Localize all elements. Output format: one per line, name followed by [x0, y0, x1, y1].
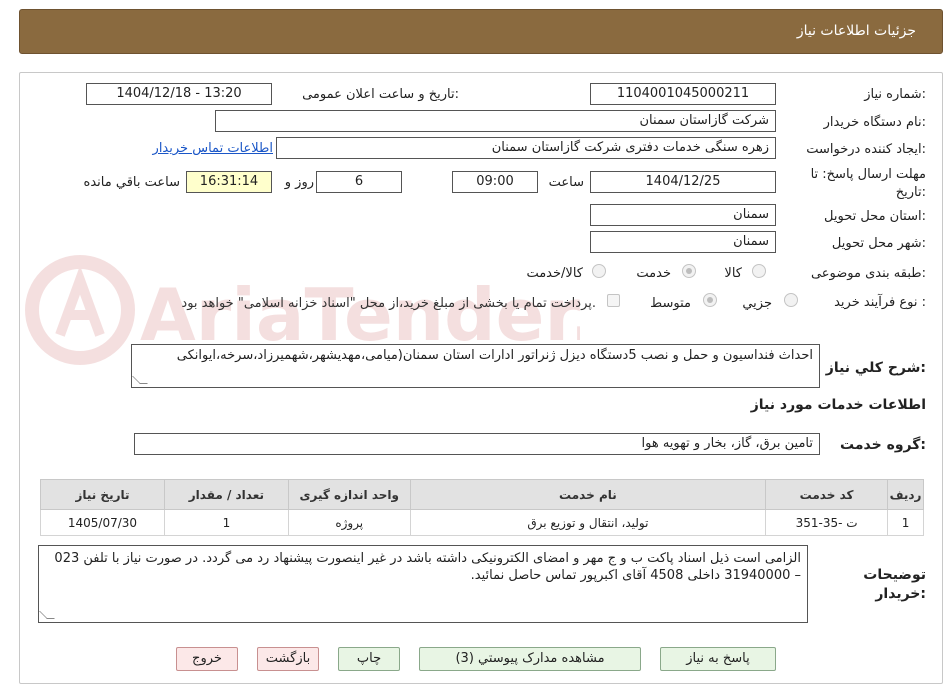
days-field: 6: [316, 171, 402, 193]
description-textarea: احداث فنداسیون و حمل و نصب 5دستگاه دیزل …: [131, 344, 820, 388]
buyer-org-label: نام دستگاه خریدار:: [823, 115, 926, 130]
process-label: نوع فرآیند خرید :: [834, 295, 926, 310]
col-quantity: تعداد / مقدار: [163, 479, 289, 510]
remaining-time-field: 16:31:14: [186, 171, 272, 193]
table-header-row: ردیف کد خدمت نام خدمت واحد اندازه گیری ت…: [40, 479, 924, 510]
days-label: روز و: [284, 175, 314, 190]
cell-unit: پروژه: [287, 509, 411, 536]
need-number-field: 1104001045000211: [590, 83, 776, 105]
category-option-goods-service: کالا/خدمت: [526, 266, 583, 281]
cell-need-date: 1405/07/30: [40, 509, 165, 536]
buyer-notes-text: الزامی است ذیل اسناد پاکت ب و ج مهر و ام…: [54, 551, 801, 583]
services-section-title: اطلاعات خدمات مورد نیاز: [750, 397, 926, 413]
back-button[interactable]: بازگشت: [257, 647, 319, 671]
category-radio-service[interactable]: [682, 264, 696, 278]
announce-field: 1404/12/18 - 13:20: [86, 83, 272, 105]
province-field: سمنان: [590, 204, 776, 226]
col-need-date: تاریخ نیاز: [40, 479, 165, 510]
buyer-org-field: شرکت گازاستان سمنان: [215, 110, 776, 132]
col-unit: واحد اندازه گیری: [287, 479, 411, 510]
cell-quantity: 1: [163, 509, 289, 536]
service-group-field: تامین برق، گاز، بخار و تهویه هوا: [134, 433, 820, 455]
description-text: احداث فنداسیون و حمل و نصب 5دستگاه دیزل …: [176, 348, 813, 363]
category-option-service: خدمت: [636, 266, 671, 281]
service-group-label: گروه خدمت:: [840, 437, 926, 453]
cell-row: 1: [887, 509, 924, 536]
deadline-time-field: 09:00: [452, 171, 538, 193]
payment-checkbox[interactable]: [607, 294, 620, 307]
print-button[interactable]: چاپ: [338, 647, 400, 671]
view-attachments-button[interactable]: مشاهده مدارک پیوستي (3): [419, 647, 641, 671]
cell-service-code: ت -35-351: [765, 509, 889, 536]
buyer-contact-link[interactable]: اطلاعات تماس خریدار: [153, 141, 273, 156]
creator-field: زهره سنگی خدمات دفتری شرکت گازاستان سمنا…: [276, 137, 776, 159]
description-label: شرح کلي نیاز:: [825, 360, 926, 376]
reply-button[interactable]: پاسخ به نیاز: [660, 647, 776, 671]
city-label: شهر محل تحویل:: [831, 236, 926, 251]
announce-label: تاریخ و ساعت اعلان عمومی:: [302, 87, 459, 102]
creator-label: ایجاد کننده درخواست:: [806, 142, 926, 157]
process-radio-medium[interactable]: [703, 293, 717, 307]
process-radio-minor[interactable]: [784, 293, 798, 307]
province-label: استان محل تحویل:: [824, 209, 926, 224]
city-field: سمنان: [590, 231, 776, 253]
buyer-notes-textarea: الزامی است ذیل اسناد پاکت ب و ج مهر و ام…: [38, 545, 808, 623]
deadline-date-field: 1404/12/25: [590, 171, 776, 193]
remaining-label: ساعت باقي مانده: [83, 175, 180, 190]
services-table: ردیف کد خدمت نام خدمت واحد اندازه گیری ت…: [40, 479, 924, 536]
payment-note: پرداخت تمام یا بخشی از مبلغ خرید،از محل …: [181, 296, 596, 311]
table-row: 1 ت -35-351 تولید، انتقال و توزیع برق پر…: [40, 509, 924, 536]
process-option-minor: جزیي: [742, 296, 772, 311]
page-header: جزئیات اطلاعات نیاز: [19, 9, 943, 54]
deadline-time-label: ساعت: [548, 175, 584, 190]
col-service-code: کد خدمت: [765, 479, 889, 510]
buyer-notes-label: توضیحات خریدار:: [863, 567, 926, 602]
category-radio-goods-service[interactable]: [592, 264, 606, 278]
exit-button[interactable]: خروج: [176, 647, 238, 671]
category-label: طبقه بندی موضوعی:: [810, 266, 926, 281]
category-option-goods: کالا: [724, 266, 742, 281]
col-row: ردیف: [887, 479, 924, 510]
cell-service-name: تولید، انتقال و توزیع برق: [409, 509, 767, 536]
page-title: جزئیات اطلاعات نیاز: [796, 23, 916, 39]
col-service-name: نام خدمت: [409, 479, 767, 510]
need-number-label: شماره نیاز:: [864, 87, 926, 102]
deadline-label: مهلت ارسال پاسخ: تا تاریخ:: [810, 167, 926, 200]
process-option-medium: متوسط: [650, 296, 691, 311]
category-radio-goods[interactable]: [752, 264, 766, 278]
